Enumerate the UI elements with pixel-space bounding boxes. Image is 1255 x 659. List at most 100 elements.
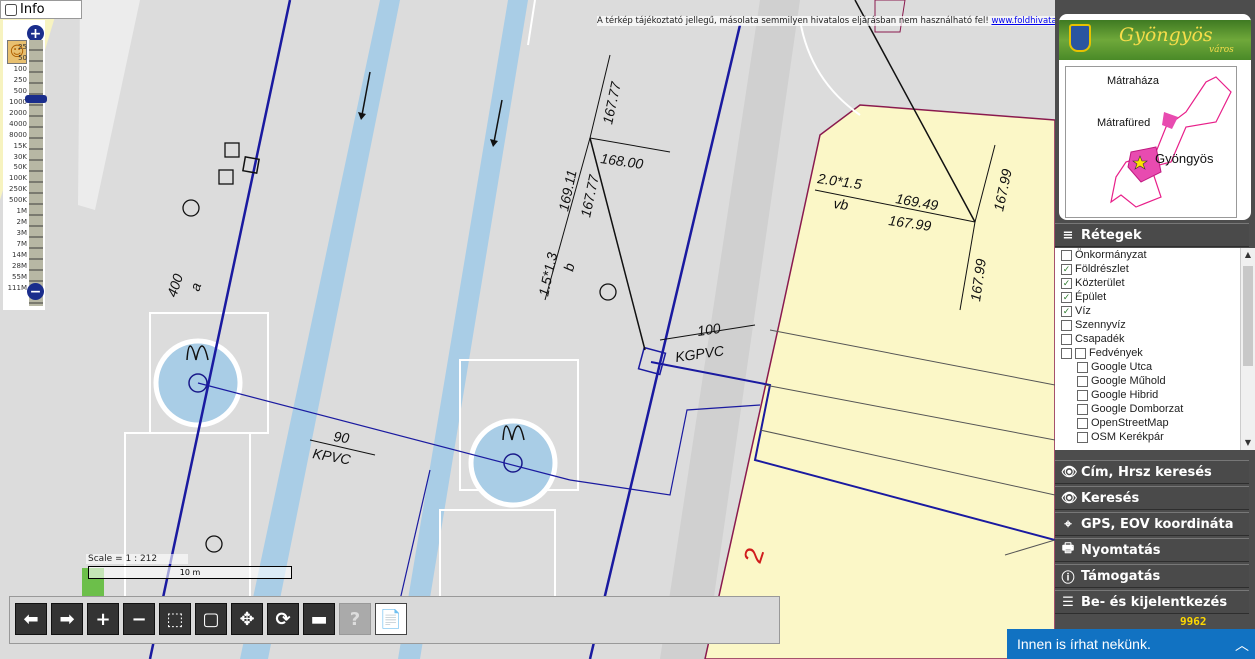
layer-item[interactable]: Önkormányzat — [1055, 248, 1249, 262]
layer-checkbox[interactable]: ✓ — [1061, 277, 1072, 289]
zoom-level-label[interactable]: 2M — [3, 217, 28, 228]
layer-item[interactable]: Google Utca — [1055, 360, 1249, 374]
section-header[interactable]: 👁 Cím, Hrsz keresés — [1055, 460, 1249, 484]
zoom-level-label[interactable]: 15K — [3, 141, 28, 152]
layer-checkbox[interactable]: ✓ — [1061, 263, 1072, 275]
layer-item[interactable]: OSM Kerékpár — [1055, 430, 1249, 444]
scale-label: Scale = 1 : 212 — [86, 554, 188, 564]
layer-item[interactable]: Fedvények — [1055, 346, 1249, 360]
layer-checkbox[interactable] — [1077, 403, 1088, 415]
zoom-track[interactable] — [29, 40, 43, 306]
layer-item[interactable]: Google Domborzat — [1055, 402, 1249, 416]
chat-text: Innen is írhat nekünk. — [1017, 636, 1151, 652]
layer-checkbox[interactable] — [1061, 319, 1072, 331]
zoom-level-label[interactable]: 500K — [3, 195, 27, 206]
zoom-level-label[interactable]: 3M — [3, 228, 28, 239]
zoom-level-label[interactable]: 2000 — [3, 108, 27, 119]
zoom-level-label[interactable]: 25 — [3, 42, 27, 53]
info-checkbox[interactable] — [5, 3, 17, 16]
help-button[interactable]: ? — [339, 603, 371, 635]
layer-checkbox[interactable]: ✓ — [1061, 291, 1072, 303]
pan-tool-button[interactable]: ✥ — [231, 603, 263, 635]
chat-widget[interactable]: Innen is írhat nekünk. ︿ — [1007, 629, 1255, 659]
zoom-box-button[interactable]: ⬚ — [159, 603, 191, 635]
layer-item[interactable]: Google Műhold — [1055, 374, 1249, 388]
document-button[interactable]: 📄 — [375, 603, 407, 635]
zoom-in-button[interactable]: + — [87, 603, 119, 635]
zoom-level-label[interactable]: 100 — [3, 64, 27, 75]
section-title: Támogatás — [1081, 568, 1161, 584]
section-header[interactable]: 👁 Keresés — [1055, 486, 1249, 510]
zoom-out-slider-button[interactable]: − — [27, 283, 44, 300]
zoom-level-label[interactable]: 28M — [3, 261, 27, 272]
overview-minimap[interactable]: Mátraháza Mátrafüred Gyöngyös — [1065, 66, 1237, 218]
layer-checkbox[interactable] — [1077, 361, 1088, 373]
layer-label: Google Utca — [1091, 361, 1153, 373]
layer-checkbox[interactable] — [1077, 389, 1088, 401]
layer-label: Google Hibrid — [1091, 389, 1159, 401]
zoom-level-label[interactable]: 100K — [3, 173, 27, 184]
section-header[interactable]: 🖶 Nyomtatás — [1055, 538, 1249, 562]
scroll-down-icon[interactable]: ▼ — [1243, 438, 1253, 448]
section-header[interactable]: ⌖ GPS, EOV koordináta — [1055, 512, 1249, 536]
login-icon: ☰ — [1062, 594, 1074, 610]
zoom-level-label[interactable]: 250K — [3, 184, 27, 195]
layer-checkbox[interactable] — [1077, 417, 1088, 429]
zoom-level-label[interactable]: 55M — [3, 272, 27, 283]
full-extent-button[interactable]: ▢ — [195, 603, 227, 635]
layers-icon: ≡ — [1062, 227, 1074, 243]
pan-left-button[interactable]: ⬅ — [15, 603, 47, 635]
section-header[interactable]: ☰ Be- és kijelentkezés — [1055, 590, 1249, 614]
zoom-level-label[interactable]: 1M — [3, 206, 28, 217]
zoom-level-labels: 25 50 100 250 500 1000 2000 4000 8000 15K 30K 50K 10… — [3, 42, 27, 294]
zoom-slider-handle[interactable] — [25, 95, 47, 103]
map-toolbar: ⬅ ➡ + − ⬚ ▢ ✥ ⟳ ▬? 📄 — [9, 596, 780, 644]
layer-item[interactable]: Google Hibrid — [1055, 388, 1249, 402]
map-label: vb — [833, 195, 850, 213]
layer-list-scrollbar[interactable]: ▲ ▼ — [1240, 248, 1255, 450]
scroll-up-icon[interactable]: ▲ — [1243, 250, 1253, 260]
layer-item[interactable]: ✓ Földrészlet — [1055, 262, 1249, 276]
chevron-up-icon[interactable]: ︿ — [1235, 635, 1249, 655]
scroll-thumb[interactable] — [1243, 266, 1253, 366]
zoom-level-label[interactable]: 4000 — [3, 119, 27, 130]
zoom-level-label[interactable]: 250 — [3, 75, 27, 86]
zoom-level-label[interactable]: 50 — [3, 53, 27, 64]
refresh-button[interactable]: ⟳ — [267, 603, 299, 635]
layer-item[interactable]: OpenStreetMap — [1055, 416, 1249, 430]
city-logo-box: Gyöngyös város Mátraháza Mátrafüred Gyön… — [1059, 14, 1251, 220]
layer-checkbox[interactable] — [1075, 347, 1086, 359]
layer-item[interactable]: ✓ Épület — [1055, 290, 1249, 304]
layer-label: Google Domborzat — [1091, 403, 1184, 415]
layer-checkbox[interactable] — [1061, 333, 1072, 345]
layers-section-header[interactable]: ≡ Rétegek — [1055, 223, 1249, 247]
zoom-level-label[interactable]: 500 — [3, 86, 27, 97]
layer-item[interactable]: Csapadék — [1055, 332, 1249, 346]
zoom-out-button[interactable]: − — [123, 603, 155, 635]
layers-section-title: Rétegek — [1081, 227, 1142, 243]
zoom-level-label[interactable]: 30K — [3, 152, 28, 163]
city-subtitle: város — [1209, 45, 1234, 55]
layer-checkbox[interactable] — [1061, 249, 1072, 261]
info-toggle[interactable]: Info — [0, 0, 82, 19]
zoom-level-label[interactable]: 1000 — [3, 97, 27, 108]
pan-right-button[interactable]: ➡ — [51, 603, 83, 635]
zoom-level-label[interactable]: 50K — [3, 162, 28, 173]
zoom-level-label[interactable]: 7M — [3, 239, 28, 250]
zoom-level-label[interactable]: 14M — [3, 250, 27, 261]
layer-item[interactable]: ✓ Víz — [1055, 304, 1249, 318]
layer-label: Szennyvíz — [1075, 319, 1126, 331]
zoom-level-label[interactable]: 8000 — [3, 130, 27, 141]
layer-item[interactable]: ✓ Közterület — [1055, 276, 1249, 290]
layer-checkbox[interactable] — [1077, 375, 1088, 387]
zoom-level-label[interactable]: 111M — [3, 283, 27, 294]
printer-icon: 🖶 — [1061, 541, 1075, 556]
layer-label: Önkormányzat — [1075, 249, 1147, 261]
layer-group-checkbox[interactable] — [1061, 347, 1072, 359]
layer-item[interactable]: Szennyvíz — [1055, 318, 1249, 332]
measure-button[interactable]: ▬ — [303, 603, 335, 635]
section-header[interactable]: ⓘ Támogatás — [1055, 564, 1249, 588]
layer-label: Víz — [1075, 305, 1091, 317]
layer-checkbox[interactable]: ✓ — [1061, 305, 1072, 317]
layer-checkbox[interactable] — [1077, 431, 1088, 443]
